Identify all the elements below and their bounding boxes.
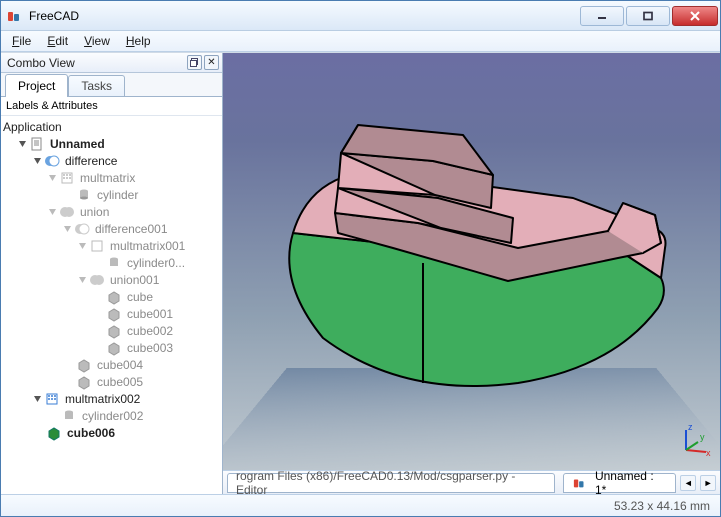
tab-project[interactable]: Project: [5, 74, 68, 97]
menu-edit[interactable]: Edit: [40, 32, 75, 50]
tab-next-icon[interactable]: ►: [700, 475, 716, 491]
cylinder-icon: [76, 187, 92, 203]
maximize-button[interactable]: [626, 6, 670, 26]
cube-icon: [106, 289, 122, 305]
model-tree[interactable]: Application Unnamed difference multmatri…: [1, 116, 222, 494]
app-window: FreeCAD File Edit View Help Combo View ✕…: [0, 0, 721, 517]
menu-view[interactable]: View: [77, 32, 117, 50]
tab-tasks[interactable]: Tasks: [68, 75, 125, 96]
collapse-icon[interactable]: [47, 172, 58, 183]
collapse-icon[interactable]: [17, 138, 28, 149]
app-icon: [572, 475, 588, 491]
combo-view-panel: Combo View ✕ Project Tasks Labels & Attr…: [1, 53, 223, 494]
document-icon: [29, 136, 45, 152]
menu-help[interactable]: Help: [119, 32, 158, 50]
tree-item-union[interactable]: union: [78, 204, 111, 220]
tree-item-difference[interactable]: difference: [63, 153, 119, 169]
difference-icon: [74, 221, 90, 237]
minimize-button[interactable]: [580, 6, 624, 26]
collapse-icon[interactable]: [77, 274, 88, 285]
collapse-icon[interactable]: [32, 155, 43, 166]
tree-root[interactable]: Application: [1, 119, 64, 135]
collapse-icon[interactable]: [62, 223, 73, 234]
tree-item-union001[interactable]: union001: [108, 272, 161, 288]
tree-item-multmatrix001[interactable]: multmatrix001: [108, 238, 187, 254]
tree-item-cube001[interactable]: cube001: [125, 306, 175, 322]
tree-item-cube006[interactable]: cube006: [65, 425, 117, 441]
boat-model[interactable]: [263, 83, 693, 413]
3d-viewport[interactable]: z x y rogram Files (x86)/FreeCAD0.13/Mod…: [223, 53, 720, 494]
cube-icon: [106, 323, 122, 339]
tree-item-cube[interactable]: cube: [125, 289, 155, 305]
tree-header: Labels & Attributes: [1, 97, 222, 116]
matrix-icon: [44, 391, 60, 407]
undock-icon[interactable]: [187, 55, 202, 70]
window-title: FreeCAD: [29, 9, 79, 23]
app-icon: [7, 8, 23, 24]
tree-item-cube005[interactable]: cube005: [95, 374, 145, 390]
cube-icon: [106, 340, 122, 356]
union-icon: [59, 204, 75, 220]
tree-item-cube003[interactable]: cube003: [125, 340, 175, 356]
svg-text:y: y: [700, 432, 705, 442]
tab-editor[interactable]: rogram Files (x86)/FreeCAD0.13/Mod/csgpa…: [227, 473, 555, 493]
tree-item-multmatrix[interactable]: multmatrix: [78, 170, 137, 186]
matrix-icon: [59, 170, 75, 186]
tree-item-multmatrix002[interactable]: multmatrix002: [63, 391, 142, 407]
document-tab-strip: rogram Files (x86)/FreeCAD0.13/Mod/csgpa…: [223, 470, 720, 494]
tree-item-difference001[interactable]: difference001: [93, 221, 170, 237]
tree-item-cube002[interactable]: cube002: [125, 323, 175, 339]
tree-item-cylinder[interactable]: cylinder: [95, 187, 140, 203]
matrix-icon: [89, 238, 105, 254]
content-area: Combo View ✕ Project Tasks Labels & Attr…: [1, 52, 720, 494]
cube-icon: [106, 306, 122, 322]
tab-doc-unnamed[interactable]: Unnamed : 1*: [563, 473, 676, 493]
close-button[interactable]: [672, 6, 718, 26]
svg-text:z: z: [688, 422, 693, 432]
axis-gizmo: z x y: [678, 422, 714, 458]
panel-title: Combo View: [7, 56, 75, 70]
panel-close-icon[interactable]: ✕: [204, 55, 219, 70]
tree-item-cylinder002[interactable]: cylinder002: [80, 408, 145, 424]
cube-icon: [46, 425, 62, 441]
status-coords: 53.23 x 44.16 mm: [614, 499, 710, 513]
panel-tabs: Project Tasks: [1, 73, 222, 97]
status-bar: 53.23 x 44.16 mm: [1, 494, 720, 516]
tab-prev-icon[interactable]: ◄: [680, 475, 696, 491]
cylinder-icon: [106, 255, 122, 271]
cylinder-icon: [61, 408, 77, 424]
collapse-icon[interactable]: [32, 393, 43, 404]
collapse-icon[interactable]: [77, 240, 88, 251]
tree-item-unnamed[interactable]: Unnamed: [48, 136, 107, 152]
tree-item-cylinder0[interactable]: cylinder0...: [125, 255, 187, 271]
union-icon: [89, 272, 105, 288]
difference-icon: [44, 153, 60, 169]
titlebar[interactable]: FreeCAD: [1, 1, 720, 31]
svg-text:x: x: [706, 448, 711, 458]
menu-file[interactable]: File: [5, 32, 38, 50]
collapse-icon[interactable]: [47, 206, 58, 217]
cube-icon: [76, 357, 92, 373]
menu-bar: File Edit View Help: [1, 31, 720, 52]
cube-icon: [76, 374, 92, 390]
tree-item-cube004[interactable]: cube004: [95, 357, 145, 373]
